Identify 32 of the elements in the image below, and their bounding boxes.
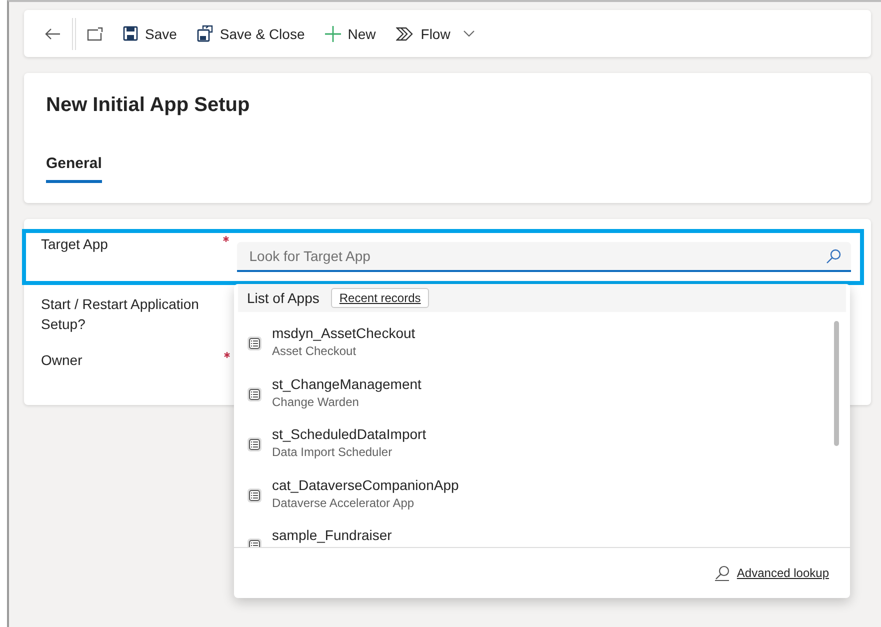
flow-icon: [396, 26, 414, 40]
back-arrow-icon: [45, 28, 61, 40]
app-list-item[interactable]: cat_DataverseCompanionApp Dataverse Accelerator App: [234, 476, 850, 526]
recent-records-button[interactable]: Recent records: [331, 288, 429, 308]
lookup-field[interactable]: Look for Target App: [249, 243, 826, 269]
pop-out-icon: [87, 26, 103, 40]
app-list-item[interactable]: st_ChangeManagement Change Warden: [234, 374, 850, 425]
lookup-box[interactable]: Look for Target App: [237, 242, 851, 272]
list-icon: [247, 488, 262, 502]
form-tab[interactable]: General: [46, 155, 102, 183]
field-label: Target App: [41, 235, 109, 254]
search-icon: [826, 248, 841, 264]
advanced-lookup-link[interactable]: Advanced lookup: [714, 565, 829, 581]
floppy-disk-arrow-icon: [196, 25, 213, 42]
list-icon: [247, 437, 262, 452]
list-icon: [247, 336, 262, 351]
scrollbar-thumb[interactable]: [834, 321, 839, 446]
save-and-close-button[interactable]: Save & Close: [188, 18, 314, 50]
new-button[interactable]: New: [316, 18, 385, 50]
field-label: Owner: [41, 351, 84, 370]
app-list-item[interactable]: sample_Fundraiser: [234, 526, 850, 547]
list-icon: [247, 386, 262, 402]
chevron-down-icon: [463, 30, 476, 37]
app-list-item[interactable]: msdyn_AssetCheckout Asset Checkout: [234, 324, 850, 374]
search-icon: [714, 565, 730, 581]
flow-button[interactable]: Flow: [386, 18, 484, 50]
save-button[interactable]: Save: [114, 18, 186, 50]
field-label: Start / Restart Application Setup?: [41, 295, 200, 334]
form-title: New Initial App Setup: [46, 94, 251, 117]
plus-icon: [324, 26, 341, 42]
app-list-item[interactable]: st_ScheduledDataImport Data Import Scheduler: [234, 425, 850, 476]
list-title: List of Apps: [247, 290, 320, 306]
